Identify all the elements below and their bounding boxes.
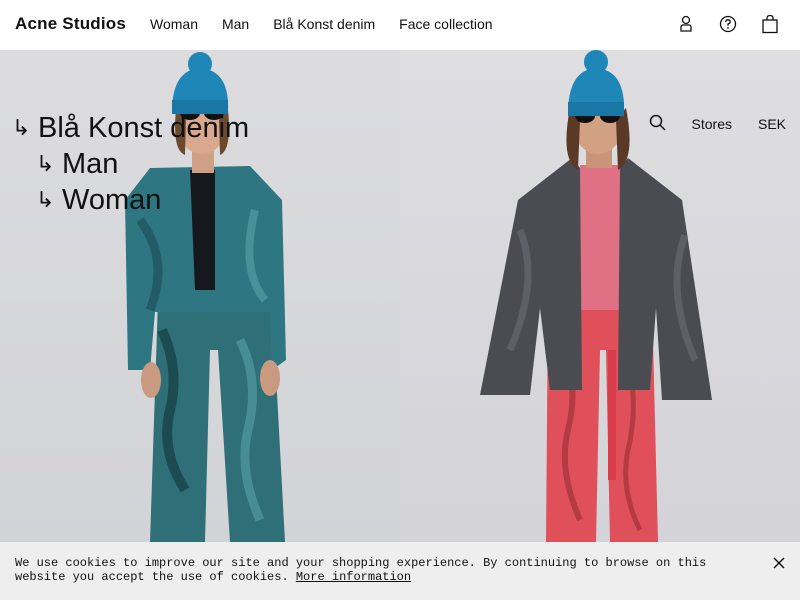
nav-item-face-collection[interactable]: Face collection (399, 16, 492, 32)
hero-banner[interactable]: ↳ Blå Konst denim ↳ Man ↳ Woman Stores S… (0, 50, 800, 542)
logo[interactable]: Acne Studios (15, 14, 126, 34)
arrow-down-right-icon: ↳ (36, 151, 55, 176)
breadcrumb-item-woman[interactable]: ↳ Woman (36, 182, 249, 218)
breadcrumb-item-man[interactable]: ↳ Man (36, 146, 249, 182)
top-header: Acne Studios Woman Man Blå Konst denim F… (0, 0, 800, 50)
help-icon[interactable] (718, 14, 738, 34)
secondary-nav: Stores SEK (649, 114, 786, 134)
breadcrumb: ↳ Blå Konst denim ↳ Man ↳ Woman (12, 110, 249, 218)
breadcrumb-item-label: Woman (62, 184, 162, 216)
nav-item-woman[interactable]: Woman (150, 16, 198, 32)
stores-link[interactable]: Stores (692, 116, 732, 132)
cookie-banner: We use cookies to improve our site and y… (0, 542, 800, 600)
nav-item-bla-konst-denim[interactable]: Blå Konst denim (273, 16, 375, 32)
search-icon[interactable] (649, 114, 666, 134)
nav-item-man[interactable]: Man (222, 16, 249, 32)
close-icon[interactable] (772, 556, 786, 570)
arrow-down-right-icon: ↳ (12, 115, 31, 140)
breadcrumb-root-label: Blå Konst denim (38, 112, 250, 144)
currency-selector[interactable]: SEK (758, 116, 786, 132)
arrow-down-right-icon: ↳ (36, 187, 55, 212)
more-information-link[interactable]: More information (296, 570, 411, 584)
breadcrumb-item-label: Man (62, 148, 119, 180)
main-nav: Woman Man Blå Konst denim Face collectio… (150, 16, 493, 32)
bag-icon[interactable] (760, 14, 780, 34)
user-icon[interactable] (676, 14, 696, 34)
breadcrumb-root[interactable]: ↳ Blå Konst denim (12, 110, 249, 146)
header-icons (676, 14, 780, 34)
